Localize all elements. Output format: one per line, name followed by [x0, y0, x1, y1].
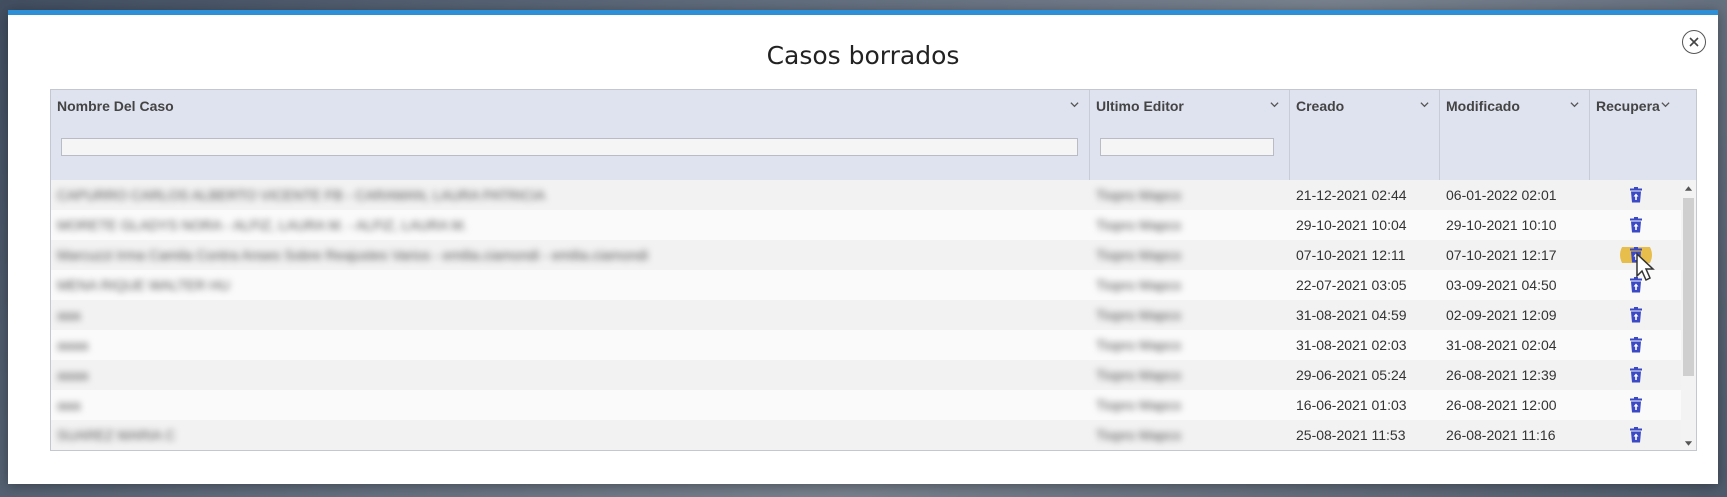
case-name-cell: aaaa: [57, 367, 89, 383]
table-row[interactable]: aaa Tiopro Mapco 16-06-2021 01:03 26-08-202…: [51, 390, 1681, 420]
table-row[interactable]: CAPURRO CARLOS ALBERTO VICENTE FB - CARA…: [51, 180, 1681, 210]
scroll-down-arrow-icon[interactable]: [1684, 440, 1693, 448]
last-editor-cell: Tiopro Mapco: [1096, 247, 1182, 263]
modified-cell: 31-08-2021 02:04: [1446, 337, 1557, 353]
chevron-down-icon[interactable]: [1661, 100, 1670, 109]
created-cell: 22-07-2021 03:05: [1296, 277, 1407, 293]
last-editor-cell: Tiopro Mapco: [1096, 307, 1182, 323]
column-label: Ultimo Editor: [1096, 98, 1184, 114]
case-name-cell: MORETE GLADYS NORA - ALFIZ, LAURA M. - A…: [57, 217, 467, 233]
created-cell: 29-06-2021 05:24: [1296, 367, 1407, 383]
case-name-cell: Marcuzzi Irma Camila Contra Anses Sobre …: [57, 247, 649, 263]
created-cell: 16-06-2021 01:03: [1296, 397, 1407, 413]
column-header-last-editor[interactable]: Ultimo Editor: [1090, 90, 1290, 180]
table-row[interactable]: Marcuzzi Irma Camila Contra Anses Sobre …: [51, 240, 1681, 270]
trash-restore-icon: [1629, 367, 1642, 383]
column-label: Modificado: [1446, 98, 1520, 114]
trash-restore-icon: [1629, 307, 1642, 323]
restore-button[interactable]: [1629, 397, 1643, 413]
column-label: Creado: [1296, 98, 1345, 114]
trash-restore-icon: [1629, 397, 1642, 413]
recover-cell: [1590, 187, 1681, 203]
close-icon: [1689, 37, 1699, 47]
modified-cell: 03-09-2021 04:50: [1446, 277, 1557, 293]
grid-body: CAPURRO CARLOS ALBERTO VICENTE FB - CARA…: [51, 180, 1681, 450]
close-button[interactable]: [1682, 30, 1706, 54]
last-editor-filter-input[interactable]: [1100, 138, 1274, 156]
case-name-cell: CAPURRO CARLOS ALBERTO VICENTE FB - CARA…: [57, 187, 546, 203]
scroll-up-arrow-icon[interactable]: [1684, 184, 1693, 192]
dialog-title: Casos borrados: [766, 41, 960, 70]
recover-cell: [1590, 397, 1681, 413]
mouse-pointer-icon: [1636, 252, 1655, 282]
modified-cell: 06-01-2022 02:01: [1446, 187, 1557, 203]
chevron-down-icon[interactable]: [1420, 100, 1429, 109]
chevron-down-icon[interactable]: [1070, 100, 1079, 109]
recover-cell: [1590, 307, 1681, 323]
recover-cell: [1590, 217, 1681, 233]
modified-cell: 26-08-2021 12:00: [1446, 397, 1557, 413]
trash-restore-icon: [1629, 337, 1642, 353]
table-row[interactable]: SUAREZ MARIA C Tiopro Mapco 25-08-2021 11:…: [51, 420, 1681, 450]
case-name-cell: aaa: [57, 397, 81, 413]
last-editor-cell: Tiopro Mapco: [1096, 187, 1182, 203]
created-cell: 25-08-2021 11:53: [1296, 427, 1406, 443]
created-cell: 31-08-2021 02:03: [1296, 337, 1407, 353]
case-name-cell: aaaa: [57, 337, 89, 353]
table-row[interactable]: aaaa Tiopro Mapco 31-08-2021 02:03 31-08-20…: [51, 330, 1681, 360]
column-header-recover[interactable]: Recupera: [1590, 90, 1696, 180]
deleted-cases-dialog: Casos borrados Nombre Del Caso Ultimo Ed…: [8, 10, 1718, 484]
table-row[interactable]: MORETE GLADYS NORA - ALFIZ, LAURA M. - A…: [51, 210, 1681, 240]
table-row[interactable]: aaaa Tiopro Mapco 29-06-2021 05:24 26-08-20…: [51, 360, 1681, 390]
chevron-down-icon[interactable]: [1270, 100, 1279, 109]
restore-button[interactable]: [1629, 217, 1643, 233]
created-cell: 31-08-2021 04:59: [1296, 307, 1407, 323]
table-row[interactable]: aaa Tiopro Mapco 31-08-2021 04:59 02-09-202…: [51, 300, 1681, 330]
trash-restore-icon: [1629, 187, 1642, 203]
restore-button[interactable]: [1629, 367, 1643, 383]
scrollbar-thumb[interactable]: [1683, 198, 1694, 376]
created-cell: 21-12-2021 02:44: [1296, 187, 1407, 203]
last-editor-cell: Tiopro Mapco: [1096, 217, 1182, 233]
modified-cell: 26-08-2021 11:16: [1446, 427, 1556, 443]
column-header-modified[interactable]: Modificado: [1440, 90, 1590, 180]
last-editor-cell: Tiopro Mapco: [1096, 367, 1182, 383]
table-row[interactable]: MENA RIQUE WALTER HU Tiopro Mapco 22-07-20…: [51, 270, 1681, 300]
case-name-filter-input[interactable]: [61, 138, 1078, 156]
recover-cell: [1590, 337, 1681, 353]
trash-restore-icon: [1629, 217, 1642, 233]
recover-cell: [1590, 367, 1681, 383]
column-header-created[interactable]: Creado: [1290, 90, 1440, 180]
last-editor-cell: Tiopro Mapco: [1096, 427, 1182, 443]
last-editor-cell: Tiopro Mapco: [1096, 337, 1182, 353]
case-name-cell: aaa: [57, 307, 81, 323]
case-name-cell: SUAREZ MARIA C: [57, 427, 176, 443]
column-label: Recupera: [1596, 98, 1660, 114]
restore-button[interactable]: [1629, 187, 1643, 203]
column-label: Nombre Del Caso: [57, 98, 174, 114]
created-cell: 29-10-2021 10:04: [1296, 217, 1407, 233]
created-cell: 07-10-2021 12:11: [1296, 247, 1406, 263]
restore-button[interactable]: [1629, 427, 1643, 443]
modified-cell: 29-10-2021 10:10: [1446, 217, 1557, 233]
modified-cell: 02-09-2021 12:09: [1446, 307, 1557, 323]
restore-button[interactable]: [1629, 337, 1643, 353]
vertical-scrollbar[interactable]: [1681, 180, 1696, 450]
last-editor-cell: Tiopro Mapco: [1096, 277, 1182, 293]
case-name-cell: MENA RIQUE WALTER HU: [57, 277, 230, 293]
column-header-case-name[interactable]: Nombre Del Caso: [51, 90, 1090, 180]
modified-cell: 26-08-2021 12:39: [1446, 367, 1557, 383]
chevron-down-icon[interactable]: [1570, 100, 1579, 109]
recover-cell: [1590, 427, 1681, 443]
modified-cell: 07-10-2021 12:17: [1446, 247, 1557, 263]
deleted-cases-grid: Nombre Del Caso Ultimo Editor Creado Mod…: [50, 89, 1697, 451]
restore-button[interactable]: [1629, 307, 1643, 323]
last-editor-cell: Tiopro Mapco: [1096, 397, 1182, 413]
trash-restore-icon: [1629, 427, 1642, 443]
grid-header: Nombre Del Caso Ultimo Editor Creado Mod…: [51, 90, 1696, 180]
